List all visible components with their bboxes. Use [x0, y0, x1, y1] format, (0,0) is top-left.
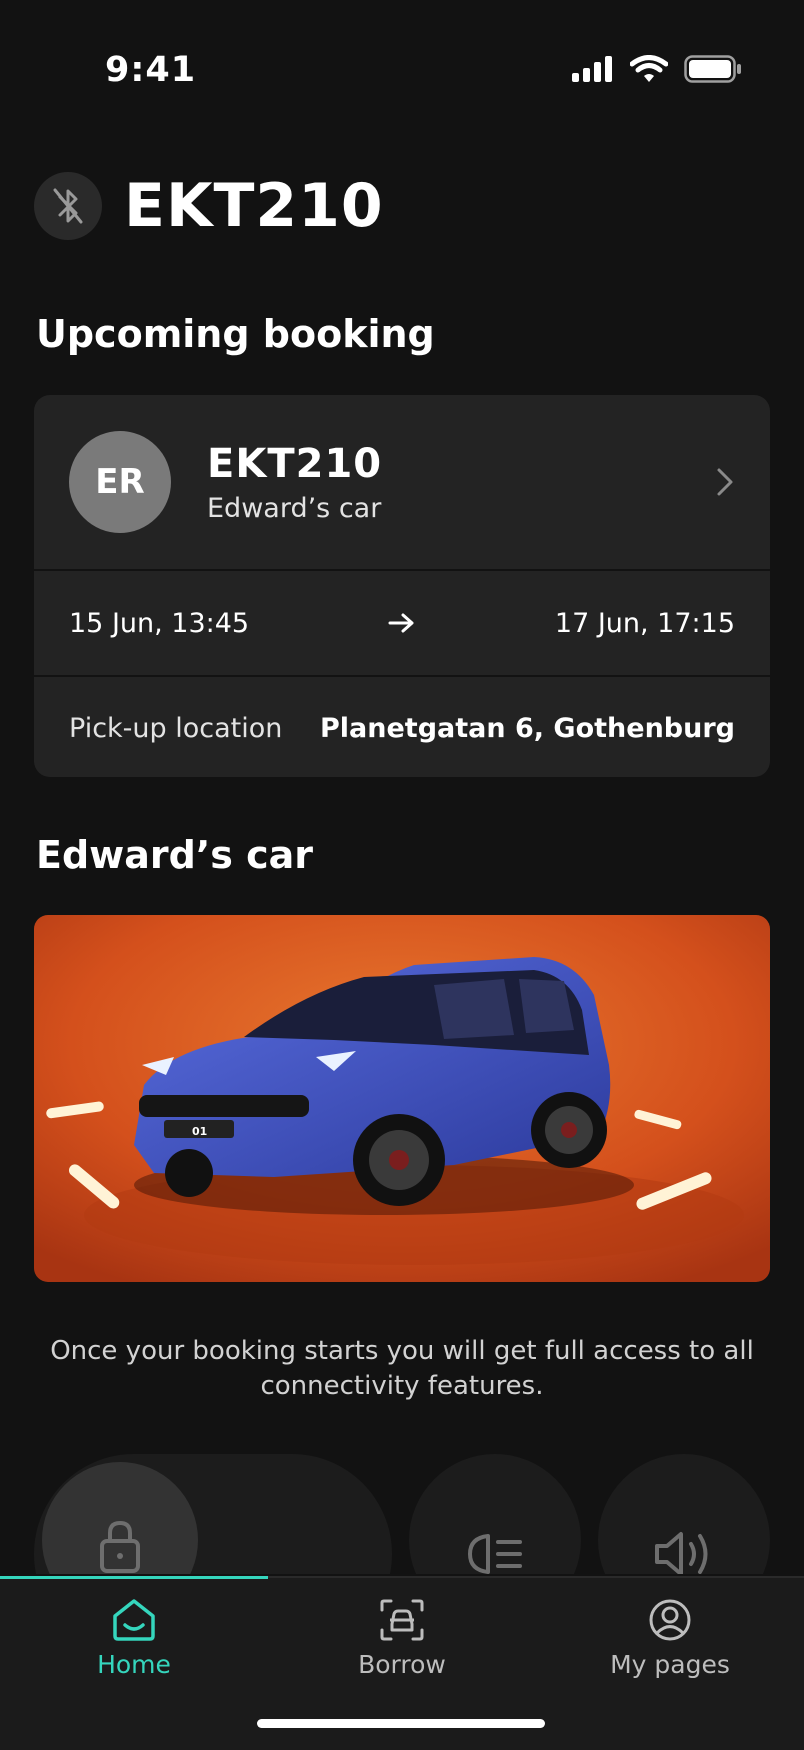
connectivity-info: Once your booking starts you will get fu…	[50, 1336, 754, 1401]
home-icon	[113, 1599, 155, 1641]
avatar: ER	[69, 431, 171, 533]
nav-borrow-label: Borrow	[358, 1650, 446, 1679]
status-bar: 9:41	[0, 0, 804, 140]
booking-plate: EKT210	[207, 440, 383, 487]
booking-car-row[interactable]: ER EKT210 Edward’s car	[34, 395, 770, 571]
car-icon	[380, 1599, 424, 1641]
car-controls	[0, 1454, 804, 1574]
pickup-location-row: Pick-up location Planetgatan 6, Gothenbu…	[34, 677, 770, 777]
chevron-right-icon[interactable]	[716, 467, 734, 497]
status-time: 9:41	[105, 50, 197, 90]
plate-badge: 01	[192, 1125, 207, 1138]
nav-my-pages[interactable]: My pages	[536, 1598, 804, 1679]
lock-icon	[100, 1520, 140, 1573]
battery-icon	[684, 55, 741, 83]
nav-home-label: Home	[97, 1650, 171, 1679]
pickup-value: Planetgatan 6, Gothenburg	[319, 712, 735, 744]
booking-car-info: EKT210 Edward’s car	[207, 441, 382, 524]
page-title: EKT210	[124, 171, 384, 241]
upcoming-booking-heading: Upcoming booking	[36, 312, 435, 356]
horn-icon	[655, 1532, 708, 1574]
wifi-icon	[630, 55, 668, 82]
pickup-label: Pick-up location	[69, 712, 283, 744]
booking-dates-row: 15 Jun, 13:45 17 Jun, 17:15	[34, 571, 770, 677]
bluetooth-status-button[interactable]	[34, 172, 102, 240]
headlight-icon	[468, 1534, 522, 1574]
bluetooth-off-icon	[53, 188, 83, 224]
car-section-heading: Edward’s car	[36, 833, 314, 877]
nav-my-pages-label: My pages	[610, 1650, 730, 1679]
status-icons	[572, 55, 742, 83]
signal-icon	[572, 56, 612, 82]
nav-home[interactable]: Home	[0, 1598, 268, 1679]
booking-car-name: Edward’s car	[207, 492, 382, 524]
car-image: 01	[34, 915, 770, 1282]
booking-card: ER EKT210 Edward’s car 15 Jun, 13:45 17 …	[34, 395, 770, 777]
profile-icon	[649, 1599, 691, 1641]
active-tab-indicator	[0, 1576, 268, 1579]
arrow-right-icon	[388, 613, 414, 633]
car-header: EKT210	[34, 171, 384, 241]
nav-borrow[interactable]: Borrow	[268, 1598, 536, 1679]
headlights-button[interactable]	[409, 1454, 581, 1574]
booking-start: 15 Jun, 13:45	[69, 607, 250, 639]
horn-button[interactable]	[598, 1454, 770, 1574]
booking-end: 17 Jun, 17:15	[554, 607, 735, 639]
home-indicator[interactable]	[257, 1719, 545, 1728]
